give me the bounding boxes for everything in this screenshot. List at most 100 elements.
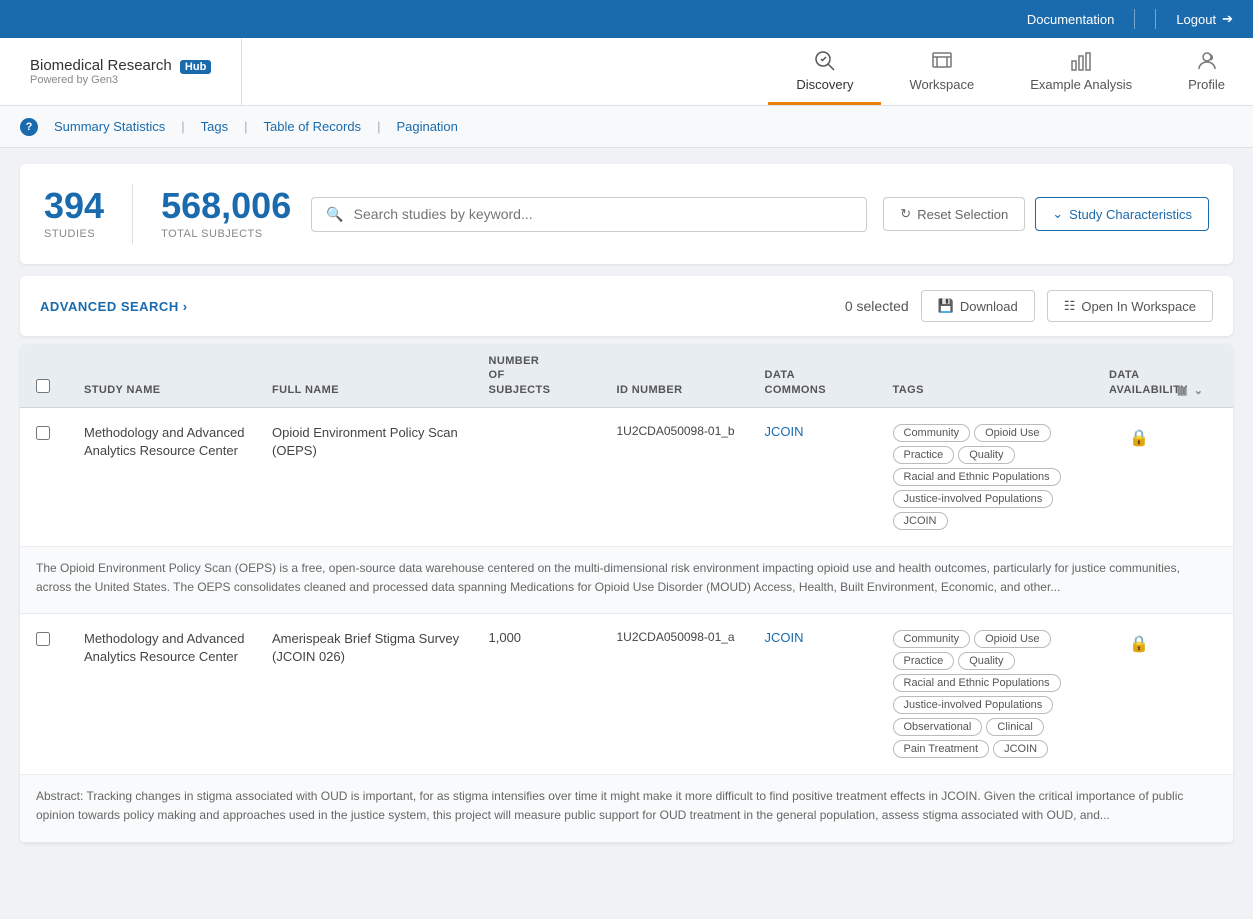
nav-item-workspace[interactable]: Workspace [881,38,1002,105]
powered-by: Powered by Gen3 [30,74,211,86]
row2-study-name: Methodology and Advanced Analytics Resou… [84,630,264,666]
help-icon[interactable]: ? [20,118,38,136]
subjects-stat: 568,006 Total Subjects [161,188,291,240]
row1-id-number: 1U2CDA050098-01_b [617,424,757,438]
table-row: Methodology and Advanced Analytics Resou… [20,614,1233,774]
results-right: 0 selected 💾 Download ☷ Open In Workspac… [845,290,1213,322]
tag-opioid-use-2[interactable]: Opioid Use [974,630,1050,648]
col-checkbox [36,379,76,397]
tag-pain-treatment[interactable]: Pain Treatment [893,740,990,758]
download-icon: 💾 [938,298,954,314]
nav-label-discovery: Discovery [796,77,853,92]
tag-opioid-use[interactable]: Opioid Use [974,424,1050,442]
tag-justice[interactable]: Justice-involved Populations [893,490,1054,508]
table-row-group-1: Methodology and Advanced Analytics Resou… [20,408,1233,614]
results-bar: ADVANCED SEARCH › 0 selected 💾 Download … [20,276,1233,336]
col-id-number: ID NUMBER [617,383,757,397]
stats-card: 394 Studies 568,006 Total Subjects 🔍 ↻ R… [20,164,1233,264]
tag-quality[interactable]: Quality [958,446,1014,464]
tag-clinical[interactable]: Clinical [986,718,1043,736]
select-all-checkbox[interactable] [36,379,50,393]
documentation-link[interactable]: Documentation [1027,12,1114,27]
discovery-icon [813,49,837,73]
expand-icon[interactable]: ⌄ [1194,384,1204,397]
tag-racial-2[interactable]: Racial and Ethnic Populations [893,674,1061,692]
brand-name: Biomedical Research [30,57,172,74]
open-workspace-button[interactable]: ☷ Open In Workspace [1047,290,1213,322]
filter-icon[interactable]: ▦ [1177,384,1188,397]
subnav-tags[interactable]: Tags [201,119,228,134]
nav-item-example-analysis[interactable]: Example Analysis [1002,38,1160,105]
tag-jcoin-2[interactable]: JCOIN [993,740,1048,758]
tag-observational[interactable]: Observational [893,718,983,736]
row2-checkbox-cell [36,630,76,646]
selected-count: 0 selected [845,298,909,314]
profile-icon [1195,49,1219,73]
download-button[interactable]: 💾 Download [921,290,1035,322]
tag-quality-2[interactable]: Quality [958,652,1014,670]
top-bar-divider2 [1155,9,1156,29]
subnav-summary[interactable]: Summary Statistics [54,119,165,134]
subnav-table[interactable]: Table of Records [264,119,362,134]
study-characteristics-button[interactable]: ⌄ Study Characteristics [1035,197,1209,231]
workspace-open-icon: ☷ [1064,298,1076,314]
col-data-availability: DATAAVAILABILITY [1109,368,1169,397]
subnav-pagination[interactable]: Pagination [396,119,457,134]
table-row: Methodology and Advanced Analytics Resou… [20,408,1233,546]
row1-checkbox-cell [36,424,76,440]
header-icons: ▦ ⌄ [1177,384,1217,397]
studies-count: 394 [44,188,104,224]
row2-full-name: Amerispeak Brief Stigma Survey (JCOIN 02… [272,630,481,666]
row2-num-subjects: 1,000 [489,630,609,645]
advanced-search-button[interactable]: ADVANCED SEARCH › [40,299,188,314]
filter-buttons: ↻ Reset Selection ⌄ Study Characteristic… [883,197,1209,231]
search-box: 🔍 [311,197,867,232]
nav-label-profile: Profile [1188,77,1225,92]
studies-stat: 394 Studies [44,188,104,240]
results-table: STUDY NAME FULL NAME NUMBEROFSUBJECTS ID… [20,344,1233,843]
tag-practice[interactable]: Practice [893,446,955,464]
tag-community-2[interactable]: Community [893,630,971,648]
row2-tags: Community Opioid Use Practice Quality Ra… [893,630,1102,758]
search-input[interactable] [354,206,853,222]
chevron-down-icon: ⌄ [1052,206,1063,222]
tag-community[interactable]: Community [893,424,971,442]
tag-racial[interactable]: Racial and Ethnic Populations [893,468,1061,486]
row2-id-number: 1U2CDA050098-01_a [617,630,757,644]
row1-checkbox[interactable] [36,426,50,440]
nav-items: Discovery Workspace Example Analysis [768,38,1253,105]
example-analysis-icon [1069,49,1093,73]
nav-item-discovery[interactable]: Discovery [768,38,881,105]
lock-icon: 🔒 [1129,428,1149,448]
nav-label-example-analysis: Example Analysis [1030,77,1132,92]
nav-label-workspace: Workspace [909,77,974,92]
col-tags: TAGS [893,383,1102,397]
row1-data-availability: 🔒 [1109,424,1169,448]
subjects-count: 568,006 [161,188,291,224]
row2-data-commons[interactable]: JCOIN [765,630,885,645]
hub-badge: Hub [180,60,211,74]
reset-button[interactable]: ↻ Reset Selection [883,197,1025,231]
col-full-name: FULL NAME [272,383,481,397]
row2-checkbox[interactable] [36,632,50,646]
sub-nav: ? Summary Statistics | Tags | Table of R… [0,106,1253,148]
chevron-right-icon: › [183,299,188,314]
row1-description: The Opioid Environment Policy Scan (OEPS… [20,546,1233,613]
search-area: 🔍 [311,197,867,232]
tag-justice-2[interactable]: Justice-involved Populations [893,696,1054,714]
nav-item-profile[interactable]: Profile [1160,38,1253,105]
subjects-label: Total Subjects [161,228,291,240]
col-study-name: STUDY NAME [84,383,264,397]
search-icon: 🔍 [326,206,343,223]
tag-practice-2[interactable]: Practice [893,652,955,670]
col-num-subjects: NUMBEROFSUBJECTS [489,354,609,397]
row2-data-availability: 🔒 [1109,630,1169,654]
logout-link[interactable]: Logout ➔ [1176,11,1233,27]
row1-full-name: Opioid Environment Policy Scan (OEPS) [272,424,481,460]
tag-jcoin[interactable]: JCOIN [893,512,948,530]
row1-study-name: Methodology and Advanced Analytics Resou… [84,424,264,460]
top-bar: Documentation Logout ➔ [0,0,1253,38]
row1-data-commons[interactable]: JCOIN [765,424,885,439]
logo: Biomedical Research Hub Powered by Gen3 [0,38,242,105]
row1-tags: Community Opioid Use Practice Quality Ra… [893,424,1102,530]
